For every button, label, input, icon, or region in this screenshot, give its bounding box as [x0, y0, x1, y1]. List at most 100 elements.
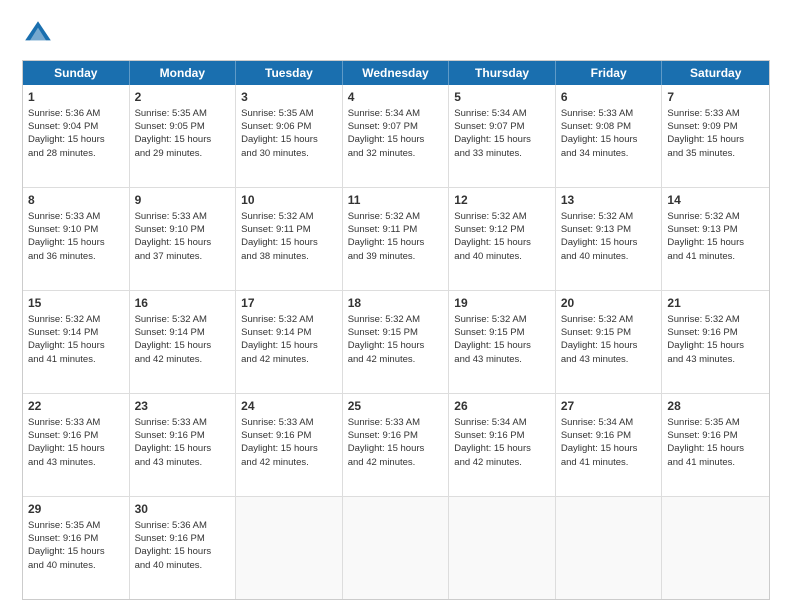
day-info-line: Sunrise: 5:32 AM: [348, 210, 444, 223]
cal-cell-18: 18Sunrise: 5:32 AMSunset: 9:15 PMDayligh…: [343, 291, 450, 393]
cal-cell-25: 25Sunrise: 5:33 AMSunset: 9:16 PMDayligh…: [343, 394, 450, 496]
day-number: 15: [28, 295, 124, 312]
day-info-line: Daylight: 15 hours: [241, 339, 337, 352]
cal-cell-empty-6: [662, 497, 769, 599]
day-number: 12: [454, 192, 550, 209]
day-info-line: Sunrise: 5:33 AM: [135, 416, 231, 429]
day-number: 7: [667, 89, 764, 106]
day-info-line: Sunset: 9:11 PM: [348, 223, 444, 236]
day-info-line: and 28 minutes.: [28, 147, 124, 160]
day-number: 28: [667, 398, 764, 415]
day-info-line: Sunrise: 5:32 AM: [561, 313, 657, 326]
cal-cell-5: 5Sunrise: 5:34 AMSunset: 9:07 PMDaylight…: [449, 85, 556, 187]
day-info-line: Daylight: 15 hours: [241, 442, 337, 455]
cal-cell-28: 28Sunrise: 5:35 AMSunset: 9:16 PMDayligh…: [662, 394, 769, 496]
day-info-line: and 42 minutes.: [348, 456, 444, 469]
logo-icon: [22, 18, 54, 50]
day-info-line: Daylight: 15 hours: [667, 442, 764, 455]
day-info-line: Sunrise: 5:32 AM: [667, 313, 764, 326]
day-info-line: and 35 minutes.: [667, 147, 764, 160]
day-info-line: Sunrise: 5:33 AM: [667, 107, 764, 120]
day-info-line: Sunset: 9:12 PM: [454, 223, 550, 236]
day-info-line: Daylight: 15 hours: [28, 545, 124, 558]
day-info-line: Sunrise: 5:34 AM: [561, 416, 657, 429]
day-number: 19: [454, 295, 550, 312]
cal-cell-11: 11Sunrise: 5:32 AMSunset: 9:11 PMDayligh…: [343, 188, 450, 290]
day-info-line: and 40 minutes.: [561, 250, 657, 263]
day-info-line: Daylight: 15 hours: [561, 339, 657, 352]
day-info-line: Sunset: 9:14 PM: [135, 326, 231, 339]
day-info-line: Sunrise: 5:33 AM: [348, 416, 444, 429]
day-info-line: Sunset: 9:14 PM: [241, 326, 337, 339]
day-info-line: and 41 minutes.: [667, 456, 764, 469]
day-number: 27: [561, 398, 657, 415]
day-info-line: Daylight: 15 hours: [28, 236, 124, 249]
day-number: 25: [348, 398, 444, 415]
weekday-header-monday: Monday: [130, 61, 237, 85]
day-number: 20: [561, 295, 657, 312]
day-info-line: Daylight: 15 hours: [667, 236, 764, 249]
day-info-line: Daylight: 15 hours: [135, 339, 231, 352]
day-info-line: Sunset: 9:15 PM: [454, 326, 550, 339]
weekday-header-sunday: Sunday: [23, 61, 130, 85]
day-number: 17: [241, 295, 337, 312]
day-number: 4: [348, 89, 444, 106]
day-info-line: Daylight: 15 hours: [348, 442, 444, 455]
day-info-line: and 42 minutes.: [348, 353, 444, 366]
day-info-line: and 29 minutes.: [135, 147, 231, 160]
day-info-line: Sunrise: 5:32 AM: [135, 313, 231, 326]
cal-cell-26: 26Sunrise: 5:34 AMSunset: 9:16 PMDayligh…: [449, 394, 556, 496]
day-info-line: Sunset: 9:16 PM: [241, 429, 337, 442]
weekday-header-tuesday: Tuesday: [236, 61, 343, 85]
cal-cell-3: 3Sunrise: 5:35 AMSunset: 9:06 PMDaylight…: [236, 85, 343, 187]
day-info-line: and 43 minutes.: [28, 456, 124, 469]
day-info-line: Sunrise: 5:34 AM: [454, 416, 550, 429]
day-info-line: Sunset: 9:16 PM: [454, 429, 550, 442]
day-info-line: and 43 minutes.: [667, 353, 764, 366]
cal-cell-6: 6Sunrise: 5:33 AMSunset: 9:08 PMDaylight…: [556, 85, 663, 187]
cal-cell-29: 29Sunrise: 5:35 AMSunset: 9:16 PMDayligh…: [23, 497, 130, 599]
day-info-line: Sunset: 9:07 PM: [454, 120, 550, 133]
cal-cell-10: 10Sunrise: 5:32 AMSunset: 9:11 PMDayligh…: [236, 188, 343, 290]
day-info-line: Sunset: 9:16 PM: [28, 429, 124, 442]
day-info-line: and 40 minutes.: [454, 250, 550, 263]
cal-cell-empty-2: [236, 497, 343, 599]
day-info-line: Sunrise: 5:32 AM: [667, 210, 764, 223]
day-info-line: and 32 minutes.: [348, 147, 444, 160]
day-info-line: and 41 minutes.: [667, 250, 764, 263]
cal-row-4: 29Sunrise: 5:35 AMSunset: 9:16 PMDayligh…: [23, 496, 769, 599]
day-info-line: Sunrise: 5:34 AM: [348, 107, 444, 120]
day-info-line: Sunrise: 5:33 AM: [135, 210, 231, 223]
day-number: 14: [667, 192, 764, 209]
day-number: 16: [135, 295, 231, 312]
cal-cell-12: 12Sunrise: 5:32 AMSunset: 9:12 PMDayligh…: [449, 188, 556, 290]
cal-cell-empty-5: [556, 497, 663, 599]
day-number: 9: [135, 192, 231, 209]
weekday-header-saturday: Saturday: [662, 61, 769, 85]
day-info-line: and 42 minutes.: [241, 353, 337, 366]
day-info-line: Daylight: 15 hours: [135, 133, 231, 146]
day-info-line: Daylight: 15 hours: [241, 133, 337, 146]
day-info-line: Daylight: 15 hours: [561, 236, 657, 249]
day-info-line: Sunrise: 5:35 AM: [667, 416, 764, 429]
weekday-header-thursday: Thursday: [449, 61, 556, 85]
day-info-line: Sunset: 9:11 PM: [241, 223, 337, 236]
day-info-line: Sunset: 9:16 PM: [135, 532, 231, 545]
day-info-line: Sunrise: 5:33 AM: [241, 416, 337, 429]
cal-cell-20: 20Sunrise: 5:32 AMSunset: 9:15 PMDayligh…: [556, 291, 663, 393]
calendar-body: 1Sunrise: 5:36 AMSunset: 9:04 PMDaylight…: [23, 85, 769, 599]
day-info-line: Daylight: 15 hours: [28, 133, 124, 146]
day-info-line: Sunset: 9:16 PM: [135, 429, 231, 442]
day-info-line: Sunrise: 5:34 AM: [454, 107, 550, 120]
day-number: 8: [28, 192, 124, 209]
day-number: 23: [135, 398, 231, 415]
day-info-line: Daylight: 15 hours: [454, 133, 550, 146]
cal-cell-empty-4: [449, 497, 556, 599]
day-info-line: Sunset: 9:10 PM: [28, 223, 124, 236]
cal-cell-7: 7Sunrise: 5:33 AMSunset: 9:09 PMDaylight…: [662, 85, 769, 187]
calendar-header: SundayMondayTuesdayWednesdayThursdayFrid…: [23, 61, 769, 85]
day-number: 29: [28, 501, 124, 518]
day-info-line: Sunset: 9:07 PM: [348, 120, 444, 133]
day-number: 22: [28, 398, 124, 415]
cal-cell-8: 8Sunrise: 5:33 AMSunset: 9:10 PMDaylight…: [23, 188, 130, 290]
